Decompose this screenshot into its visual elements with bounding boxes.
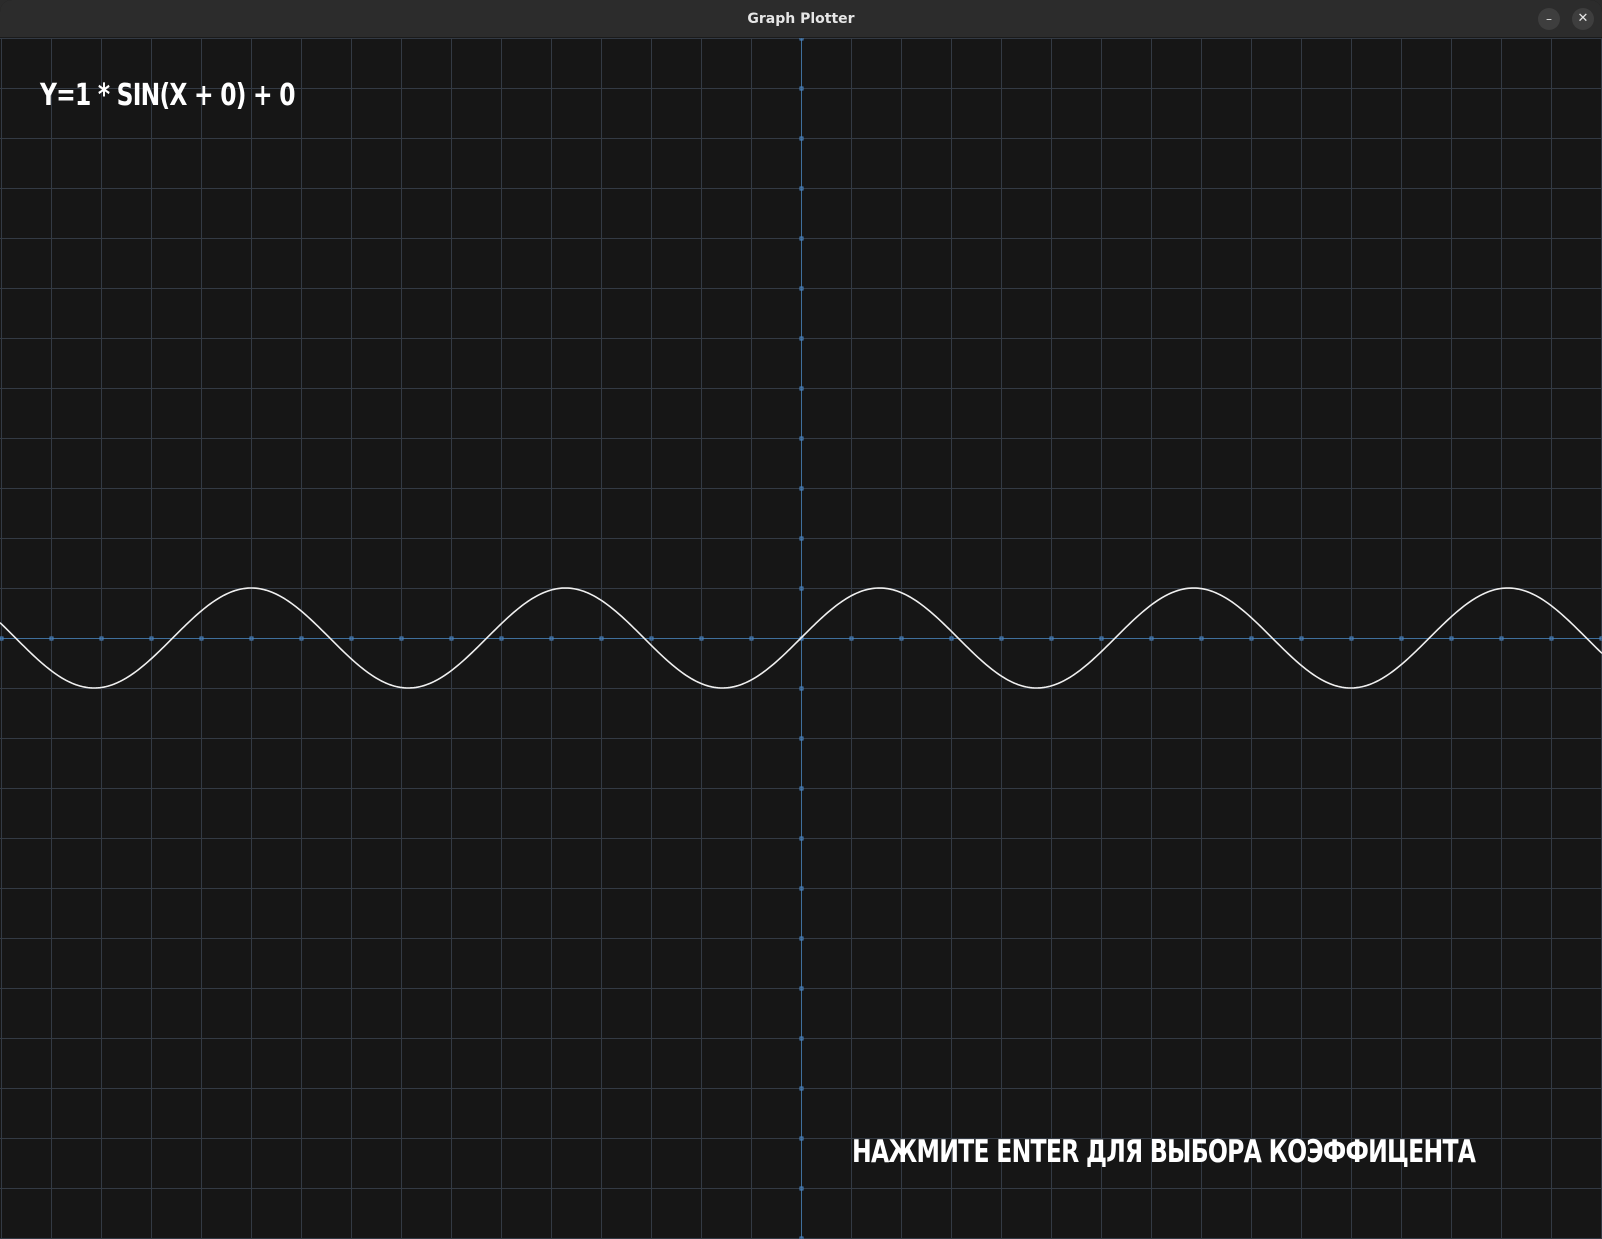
- close-button[interactable]: ✕: [1572, 8, 1594, 30]
- window-title: Graph Plotter: [747, 11, 855, 27]
- equation-label: Y=1 * SIN(X + 0) + 0: [40, 78, 295, 113]
- enter-hint: НАЖМИТЕ ENTER ДЛЯ ВЫБОРА КОЭФФИЦЕНТА: [852, 1134, 1476, 1170]
- title-bar[interactable]: Graph Plotter – ✕: [0, 0, 1602, 38]
- minimize-button[interactable]: –: [1538, 8, 1560, 30]
- app-window: Graph Plotter – ✕ Y=1 * SIN(X + 0) + 0 Н…: [0, 0, 1602, 1239]
- plot-canvas: [0, 38, 1602, 1239]
